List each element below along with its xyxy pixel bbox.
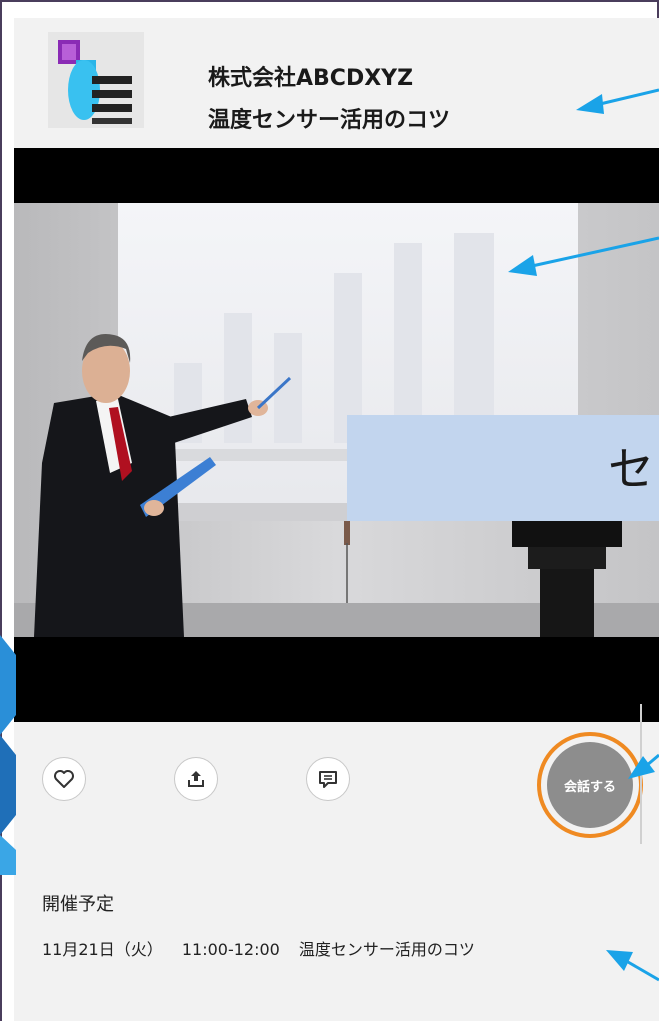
schedule-heading: 開催予定 [42,894,114,915]
video-player[interactable]: セ [14,148,659,722]
divider-line [640,704,642,844]
heart-icon [54,770,74,788]
share-button[interactable] [174,757,218,801]
comment-button[interactable] [306,757,350,801]
event-title: 温度センサー活用のコツ [208,108,451,133]
talk-button[interactable]: 会話する [547,742,633,828]
talk-button-ring: 会話する [537,732,643,838]
schedule-row[interactable]: 11月21日（火） 11:00-12:00 温度センサー活用のコツ [42,936,489,960]
caption-overlay-text: セ [608,442,654,496]
company-name: 株式会社ABCDXYZ [208,66,414,91]
chat-icon [319,771,337,788]
left-edge-decoration [0,635,16,875]
action-bar: 会話する [14,722,659,852]
upload-icon [188,771,204,787]
event-header: 株式会社ABCDXYZ 温度センサー活用のコツ [14,18,659,148]
schedule-event-title: 温度センサー活用のコツ [298,940,475,959]
schedule-time: 11:00-12:00 [181,940,280,959]
like-button[interactable] [42,757,86,801]
schedule-date: 11月21日（火） [42,940,163,959]
document-list-icon [48,32,144,128]
event-panel: 株式会社ABCDXYZ 温度センサー活用のコツ セ 会話する 開催予定 11月2… [14,18,659,1021]
presenter-scene-image: セ [14,203,659,637]
